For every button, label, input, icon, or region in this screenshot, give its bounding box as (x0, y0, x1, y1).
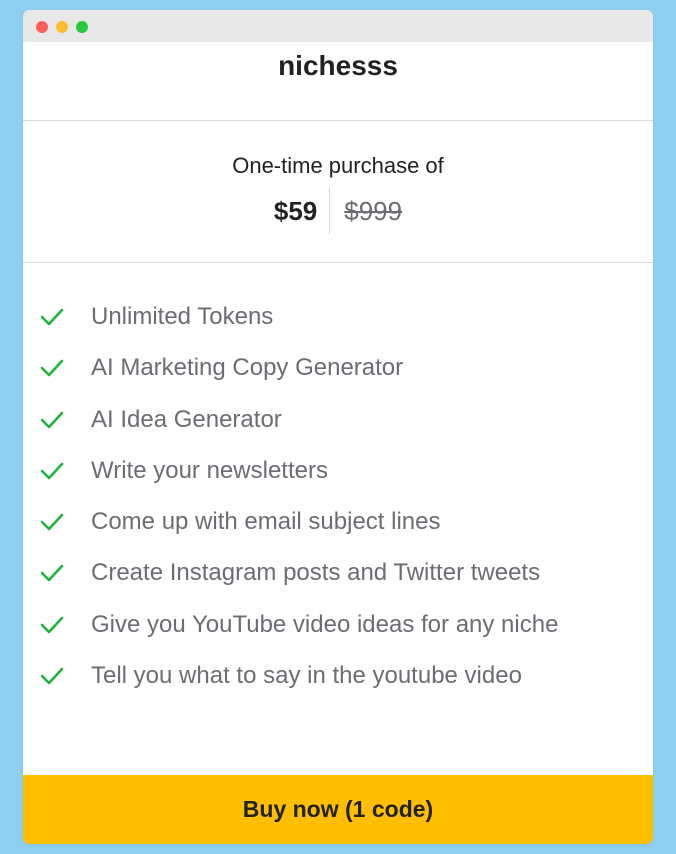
feature-item: Write your newsletters (23, 453, 653, 504)
window-titlebar (23, 10, 653, 42)
zoom-window-button[interactable] (76, 21, 88, 33)
check-icon (40, 616, 64, 634)
feature-item: Create Instagram posts and Twitter tweet… (23, 555, 653, 606)
feature-list: Unlimited Tokens AI Marketing Copy Gener… (23, 299, 653, 709)
feature-item: Tell you what to say in the youtube vide… (23, 658, 653, 709)
price-row: $59 $999 (23, 186, 653, 236)
feature-label: Unlimited Tokens (91, 303, 274, 330)
feature-item: AI Idea Generator (23, 402, 653, 453)
minimize-window-button[interactable] (56, 21, 68, 33)
check-icon (40, 462, 64, 480)
check-icon (40, 565, 64, 582)
check-icon (40, 359, 64, 377)
pricing-window: nichesss One-time purchase of $59 $999 U… (23, 10, 653, 844)
pricing-divider (23, 262, 653, 263)
header-divider (23, 120, 653, 121)
feature-label: Write your newsletters (91, 456, 328, 484)
feature-item: AI Marketing Copy Generator (23, 350, 653, 401)
current-price: $59 (273, 195, 318, 226)
feature-label: AI Marketing Copy Generator (91, 354, 404, 382)
buy-now-button[interactable]: Buy now (1 code) (23, 775, 653, 844)
close-window-button[interactable] (36, 21, 48, 33)
feature-label: Give you YouTube video ideas for any nic… (91, 610, 559, 638)
feature-label: Come up with email subject lines (91, 508, 441, 536)
feature-label: Create Instagram posts and Twitter tweet… (91, 559, 541, 587)
check-icon (40, 308, 64, 326)
feature-label: AI Idea Generator (91, 405, 282, 433)
original-price: $999 (344, 195, 403, 226)
check-icon (40, 667, 64, 685)
feature-item: Unlimited Tokens (23, 299, 653, 350)
check-icon (40, 411, 64, 428)
check-icon (40, 513, 64, 531)
purchase-label: One-time purchase of (232, 153, 444, 178)
feature-item: Come up with email subject lines (23, 504, 653, 555)
feature-item: Give you YouTube video ideas for any nic… (23, 607, 653, 658)
feature-label: Tell you what to say in the youtube vide… (91, 662, 522, 690)
product-name: nichesss (278, 50, 398, 81)
